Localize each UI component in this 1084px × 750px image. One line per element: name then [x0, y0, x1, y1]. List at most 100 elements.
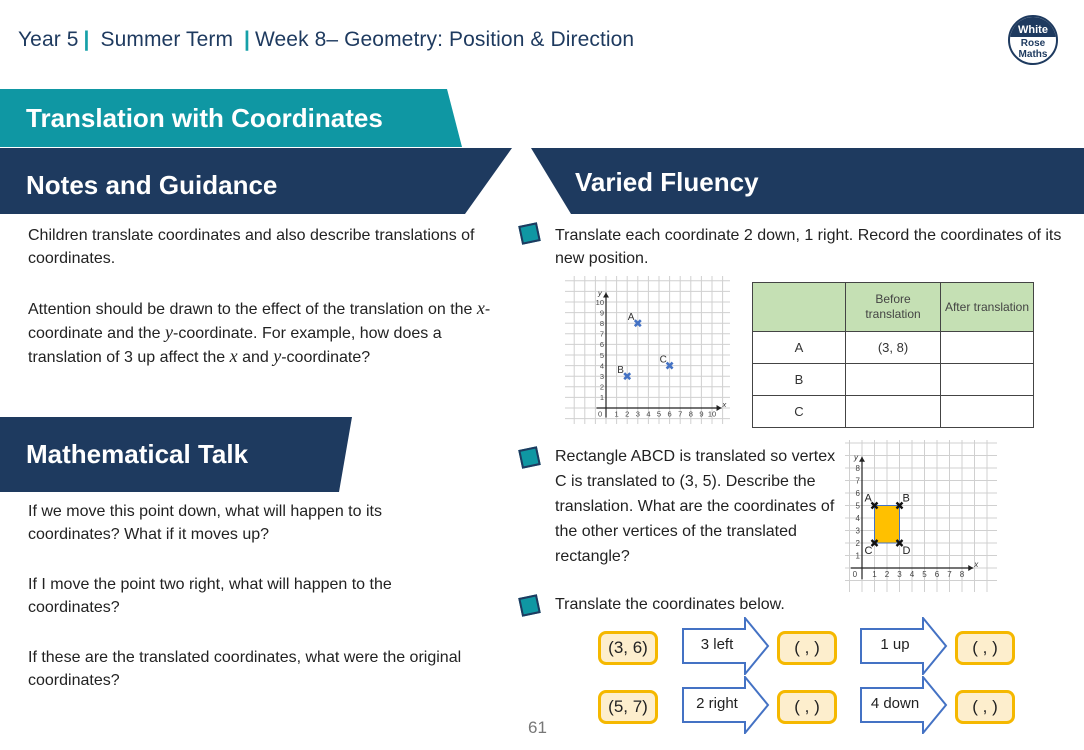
logo-line-3: Maths: [1018, 49, 1048, 60]
origin-label: 0: [598, 410, 602, 419]
translation-step: 2 right: [696, 695, 738, 712]
question-bullet-icon: [518, 594, 541, 617]
vertex-label: B: [903, 493, 910, 505]
y-tick-label: 5: [600, 351, 604, 360]
table-row: B: [752, 363, 1034, 396]
talk-question-3: If these are the translated coordinates,…: [28, 649, 462, 689]
x-tick-label: 7: [947, 570, 952, 579]
page-number: 61: [528, 718, 547, 737]
x-tick-label: 10: [708, 410, 716, 419]
y-tick-label: 3: [600, 372, 604, 381]
table-cell-answer[interactable]: [845, 363, 941, 396]
math-x: x: [229, 346, 238, 366]
text: and: [237, 349, 274, 366]
x-tick-label: 9: [699, 410, 703, 419]
translation-step: 4 down: [870, 695, 920, 712]
point-label: A: [628, 312, 635, 323]
y-tick-label: 9: [600, 308, 604, 317]
arrow-right-icon: 2 right: [682, 674, 770, 736]
notes-banner: Notes and Guidance: [0, 148, 512, 214]
table-cell: A: [752, 331, 846, 364]
table-cell-answer[interactable]: [940, 331, 1034, 364]
table-cell-answer[interactable]: [845, 395, 941, 428]
fluency-question-3: Translate the coordinates below.: [555, 596, 785, 613]
talk-heading: Mathematical Talk: [26, 439, 249, 469]
lesson-title: Translation with Coordinates: [26, 103, 383, 133]
table-cell: C: [752, 395, 846, 428]
y-tick-label: 7: [856, 477, 861, 486]
x-tick-label: 3: [636, 410, 640, 419]
y-tick-label: 10: [596, 298, 604, 307]
x-tick-label: 5: [657, 410, 661, 419]
question-bullet-icon: [518, 446, 541, 469]
y-tick-label: 5: [856, 502, 861, 511]
x-tick-label: 4: [646, 410, 650, 419]
header-separator: |: [243, 28, 250, 51]
header-week: Week 8– Geometry: Position & Direction: [254, 28, 635, 51]
y-axis-arrow-icon: [859, 456, 865, 462]
table-header-cell: [752, 282, 846, 332]
arrow-right-icon: 3 left: [682, 615, 770, 677]
arrow-right-icon: 4 down: [860, 674, 948, 736]
fluency-heading: Varied Fluency: [575, 167, 759, 197]
coordinate-grid-1: xy0 1 2 3 4 5 6 7 8 9 1012345678910ABC: [565, 276, 730, 424]
text: Attention should be drawn to the effect …: [28, 301, 477, 318]
y-axis-arrow-icon: [603, 292, 609, 298]
y-tick-label: 6: [856, 489, 861, 498]
start-coordinate: (5, 7): [598, 690, 658, 724]
coordinate-grid-2: xy0 1 2 3 4 5 6 7 812345678A BC D: [845, 440, 997, 592]
answer-box[interactable]: ( , ): [955, 690, 1015, 724]
x-tick-label: 3: [897, 570, 902, 579]
vertex-label: D: [903, 545, 911, 557]
header-separator: |: [83, 28, 90, 51]
math-x: x: [476, 298, 485, 318]
header-year: Year 5: [18, 28, 79, 51]
header-term: Summer Term: [100, 28, 234, 51]
talk-banner: Mathematical Talk: [0, 417, 352, 492]
white-rose-maths-logo: White Rose Maths: [1008, 15, 1058, 65]
x-tick-label: 2: [625, 410, 629, 419]
y-tick-label: 7: [600, 330, 604, 339]
point-label: B: [617, 365, 624, 376]
x-tick-label: 6: [935, 570, 940, 579]
fluency-banner: Varied Fluency: [531, 148, 1084, 214]
y-tick-label: 6: [600, 340, 604, 349]
question-bullet-icon: [518, 222, 541, 245]
translation-step: 3 left: [700, 636, 734, 653]
talk-question-2: If I move the point two right, what will…: [28, 576, 392, 616]
x-tick-label: 8: [960, 570, 965, 579]
lesson-title-banner: Translation with Coordinates: [0, 89, 462, 147]
table-cell-answer[interactable]: [940, 363, 1034, 396]
x-tick-label: 4: [910, 570, 915, 579]
y-tick-label: 3: [856, 527, 861, 536]
y-tick-label: 1: [856, 552, 861, 561]
x-tick-label: 6: [668, 410, 672, 419]
fluency-question-2: Rectangle ABCD is translated so vertex C…: [555, 448, 836, 565]
x-tick-label: 8: [689, 410, 693, 419]
y-tick-label: 8: [600, 319, 604, 328]
answer-box[interactable]: ( , ): [777, 690, 837, 724]
math-y: y: [165, 322, 173, 342]
logo-line-1: White: [1010, 17, 1056, 37]
x-axis-arrow-icon: [968, 565, 974, 571]
translation-step: 1 up: [880, 636, 910, 653]
y-tick-label: 4: [600, 361, 604, 370]
point-label: C: [660, 355, 667, 366]
x-axis-arrow-icon: [716, 405, 722, 411]
vertex-label: C: [865, 545, 873, 557]
answer-box[interactable]: ( , ): [955, 631, 1015, 665]
notes-paragraph-2: Attention should be drawn to the effect …: [28, 297, 498, 369]
talk-question-1: If we move this point down, what will ha…: [28, 503, 382, 543]
table-cell: B: [752, 363, 846, 396]
table-header-cell: After translation: [940, 282, 1034, 332]
table-row: A (3, 8): [752, 331, 1034, 364]
origin-label: 0: [853, 570, 858, 579]
y-axis-label: y: [853, 453, 859, 462]
y-tick-label: 1: [600, 393, 604, 402]
text: -coordinate?: [281, 349, 371, 366]
start-coordinate: (3, 6): [598, 631, 658, 665]
rectangle-abcd: [874, 505, 900, 544]
answer-box[interactable]: ( , ): [777, 631, 837, 665]
table-cell-answer[interactable]: [940, 395, 1034, 428]
header-title: Year 5 | Summer Term | Week 8– Geometry: P…: [18, 28, 634, 52]
